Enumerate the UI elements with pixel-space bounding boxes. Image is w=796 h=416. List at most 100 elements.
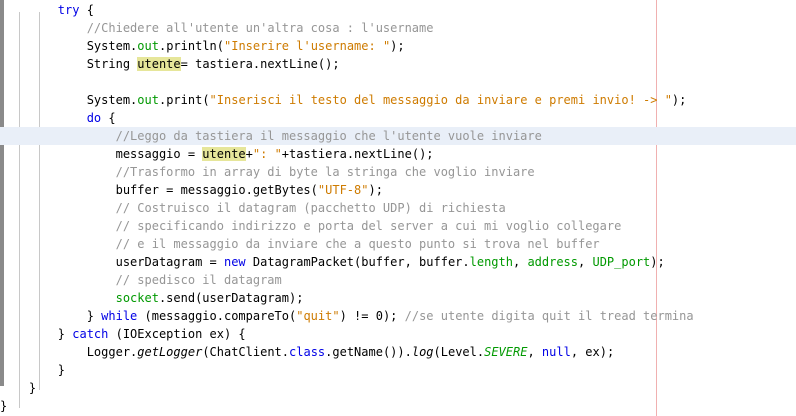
code-line[interactable]: } while (messaggio.compareTo("quit") != … — [0, 307, 796, 325]
code-token: ); — [671, 93, 687, 107]
code-token: class — [289, 345, 326, 359]
code-line[interactable]: buffer = messaggio.getBytes("UTF-8"); — [0, 181, 796, 199]
code-token: null — [541, 345, 571, 359]
code-token: buffer = messaggio.getBytes( — [0, 183, 318, 197]
code-token: "Inserire l'username: " — [224, 39, 391, 53]
code-line[interactable]: // Costruisco il datagram (pacchetto UDP… — [0, 199, 796, 217]
code-token: while — [101, 309, 138, 323]
code-token: (Level. — [433, 345, 485, 359]
code-token: (IOException ex) { — [108, 327, 246, 341]
code-token: .send(userDatagram); — [158, 291, 304, 305]
code-token: { — [101, 111, 116, 125]
code-token: new — [223, 255, 246, 269]
code-line[interactable]: //Chiedere all'utente un'altra cosa : l'… — [0, 19, 796, 37]
code-token: (ChatClient. — [202, 345, 290, 359]
code-token: // e il messaggio da inviare che a quest… — [115, 237, 600, 251]
code-token: System. — [0, 93, 138, 107]
code-token: + — [245, 147, 253, 161]
code-line[interactable]: socket.send(userDatagram); — [0, 289, 796, 307]
code-token: utente — [137, 57, 181, 71]
code-token: out — [137, 39, 159, 53]
code-token: messaggio = — [0, 147, 203, 161]
code-line[interactable]: } catch (IOException ex) { — [0, 325, 796, 343]
code-token: = tastiera.nextLine(); — [180, 57, 340, 71]
code-line[interactable]: } — [0, 379, 796, 397]
code-token: System. — [0, 39, 138, 53]
code-line[interactable]: //Trasformo in array di byte la stringa … — [0, 163, 796, 181]
code-line[interactable]: String utente= tastiera.nextLine(); — [0, 55, 796, 73]
code-line[interactable]: do { — [0, 109, 796, 127]
code-token: , — [512, 255, 528, 269]
code-token: ); — [390, 39, 405, 53]
code-token: UDP_port — [592, 255, 651, 269]
code-token: //se utente digita quit il tread termina — [404, 309, 694, 323]
code-token: // specificando indirizzo e porta del se… — [115, 219, 622, 233]
code-line[interactable]: messaggio = utente+": "+tastiera.nextLin… — [0, 145, 796, 163]
code-token: } — [0, 309, 102, 323]
code-token: } — [0, 399, 8, 413]
code-line-current[interactable]: //Leggo da tastiera il messaggio che l'u… — [0, 127, 796, 145]
code-token: // Costruisco il datagram (pacchetto UDP… — [115, 201, 506, 215]
code-token: .print( — [158, 93, 210, 107]
code-token: ); — [368, 183, 383, 197]
code-line[interactable]: } — [0, 397, 796, 415]
code-line[interactable]: Logger.getLogger(ChatClient.class.getNam… — [0, 343, 796, 361]
code-token: catch — [72, 327, 109, 341]
code-token: (messaggio.compareTo( — [137, 309, 297, 323]
code-token: "Inserisci il testo del messaggio da inv… — [209, 93, 672, 107]
code-token: socket — [115, 291, 159, 305]
code-token: } — [0, 381, 37, 395]
code-token: ); — [650, 255, 665, 269]
code-token: //Leggo da tastiera il messaggio che l'u… — [115, 129, 542, 143]
code-token: String — [0, 57, 138, 71]
code-token: } — [0, 327, 73, 341]
code-token: //Trasformo in array di byte la stringa … — [115, 165, 535, 179]
code-line[interactable]: try { — [0, 1, 796, 19]
code-token: Logger. — [0, 345, 138, 359]
code-token: out — [137, 93, 159, 107]
code-line[interactable]: // e il messaggio da inviare che a quest… — [0, 235, 796, 253]
code-token: ) != 0); — [339, 309, 405, 323]
code-token: address — [527, 255, 579, 269]
code-token: } — [0, 363, 66, 377]
code-token: log — [411, 345, 434, 359]
code-token: try — [57, 3, 80, 17]
code-token: userDatagram = — [0, 255, 224, 269]
code-token: utente — [202, 147, 246, 161]
code-token: getLogger — [137, 345, 203, 359]
code-token: +tastiera.nextLine(); — [281, 147, 434, 161]
code-token: , ex); — [570, 345, 615, 359]
code-token: "UTF-8" — [317, 183, 369, 197]
code-line[interactable]: // specificando indirizzo e porta del se… — [0, 217, 796, 235]
code-token: // spedisco il datagram — [115, 273, 282, 287]
code-token: "quit" — [296, 309, 340, 323]
code-token: length — [469, 255, 513, 269]
code-token: , — [527, 345, 542, 359]
code-line[interactable] — [0, 73, 796, 91]
code-token: SEVERE — [484, 345, 528, 359]
code-line[interactable]: userDatagram = new DatagramPacket(buffer… — [0, 253, 796, 271]
code-token: { — [79, 3, 94, 17]
code-line[interactable]: System.out.print("Inserisci il testo del… — [0, 91, 796, 109]
code-token: DatagramPacket(buffer, buffer. — [245, 255, 470, 269]
code-token: .getName()). — [325, 345, 412, 359]
code-editor[interactable]: try { //Chiedere all'utente un'altra cos… — [0, 0, 796, 416]
code-line[interactable]: System.out.println("Inserire l'username:… — [0, 37, 796, 55]
code-token: ": " — [252, 147, 282, 161]
code-token: //Chiedere all'utente un'altra cosa : l'… — [86, 21, 434, 35]
code-token: .println( — [158, 39, 224, 53]
code-line[interactable]: // spedisco il datagram — [0, 271, 796, 289]
code-token: , — [578, 255, 593, 269]
code-token: do — [86, 111, 102, 125]
code-line[interactable]: } — [0, 361, 796, 379]
